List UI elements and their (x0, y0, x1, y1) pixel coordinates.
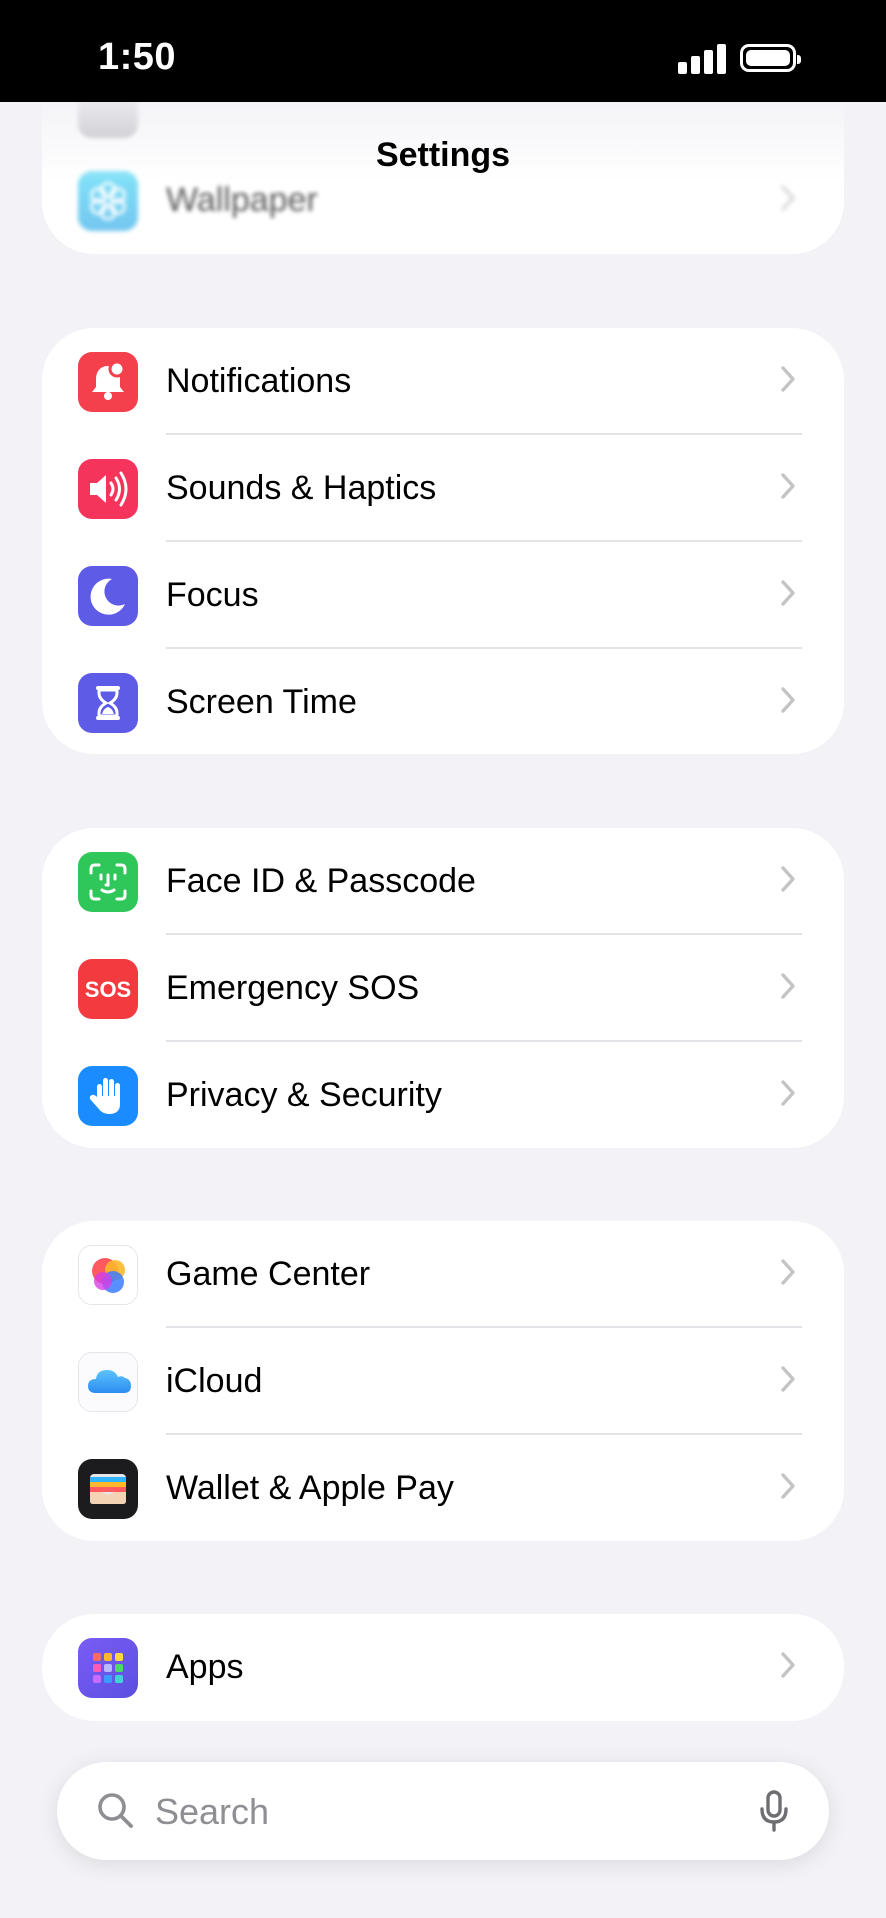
chevron-right-icon (781, 1473, 795, 1499)
chevron-right-icon (781, 687, 795, 713)
face-id-icon (78, 852, 138, 912)
chevron-right-icon (781, 1259, 795, 1285)
settings-row-label: Emergency SOS (166, 969, 420, 1007)
chevron-right-icon (781, 366, 795, 392)
settings-row-game-center[interactable]: Game Center (42, 1221, 844, 1328)
chevron-right-icon (781, 473, 795, 499)
settings-row-icloud[interactable]: iCloud (42, 1328, 844, 1435)
settings-row-privacy-security[interactable]: Privacy & Security (42, 1042, 844, 1148)
icloud-icon (78, 1352, 138, 1412)
sos-icon: SOS (78, 959, 138, 1019)
cellular-signal-icon (678, 44, 726, 74)
settings-group-apps: Apps (42, 1614, 844, 1721)
hourglass-icon (78, 673, 138, 733)
settings-row-wallet[interactable]: Wallet & Apple Pay (42, 1435, 844, 1541)
settings-row-emergency-sos[interactable]: SOS Emergency SOS (42, 935, 844, 1042)
svg-text:SOS: SOS (85, 977, 131, 1002)
settings-row-label: Wallet & Apple Pay (166, 1469, 454, 1507)
settings-row-label: Focus (166, 576, 259, 614)
settings-row-label: Game Center (166, 1255, 371, 1293)
settings-row-label: Screen Time (166, 683, 357, 721)
chevron-right-icon (781, 185, 795, 211)
settings-group-accounts: Game Center iCloud Wallet & Apple Pay (42, 1221, 844, 1541)
search-input[interactable] (153, 1784, 717, 1840)
chevron-right-icon (781, 1080, 795, 1106)
settings-row-face-id[interactable]: Face ID & Passcode (42, 828, 844, 935)
chevron-right-icon (781, 580, 795, 606)
settings-group-notifications: Notifications Sounds & Haptics Focus Scr… (42, 328, 844, 754)
game-center-icon (78, 1245, 138, 1305)
settings-row-label: Notifications (166, 362, 352, 400)
chevron-right-icon (781, 1366, 795, 1392)
status-bar: 1:50 (0, 0, 886, 102)
settings-row-label: Wallpaper (166, 181, 318, 219)
microphone-icon[interactable] (749, 1786, 799, 1836)
apps-grid-icon (78, 1638, 138, 1698)
chevron-right-icon (781, 973, 795, 999)
settings-group-security: Face ID & Passcode SOS Emergency SOS Pri… (42, 828, 844, 1148)
status-time: 1:50 (98, 36, 177, 78)
settings-row-screen-time[interactable]: Screen Time (42, 649, 844, 754)
wallet-icon (78, 1459, 138, 1519)
settings-row-label: Face ID & Passcode (166, 862, 476, 900)
page-title: Settings (375, 136, 511, 174)
settings-row-label: Privacy & Security (166, 1076, 442, 1114)
chevron-right-icon (781, 866, 795, 892)
settings-row-sounds-haptics[interactable]: Sounds & Haptics (42, 435, 844, 542)
speaker-icon (78, 459, 138, 519)
search-icon (98, 1793, 133, 1828)
chevron-right-icon (781, 1652, 795, 1678)
battery-icon (740, 44, 801, 72)
settings-row-apps[interactable]: Apps (42, 1614, 844, 1721)
settings-row-label: Sounds & Haptics (166, 469, 437, 507)
hand-icon (78, 1066, 138, 1126)
notifications-bell-icon (78, 352, 138, 412)
search-bar[interactable] (57, 1762, 829, 1860)
moon-icon (78, 566, 138, 626)
settings-row-label: iCloud (166, 1362, 263, 1400)
settings-row-label: Apps (166, 1648, 244, 1686)
settings-row-notifications[interactable]: Notifications (42, 328, 844, 435)
settings-row-focus[interactable]: Focus (42, 542, 844, 649)
